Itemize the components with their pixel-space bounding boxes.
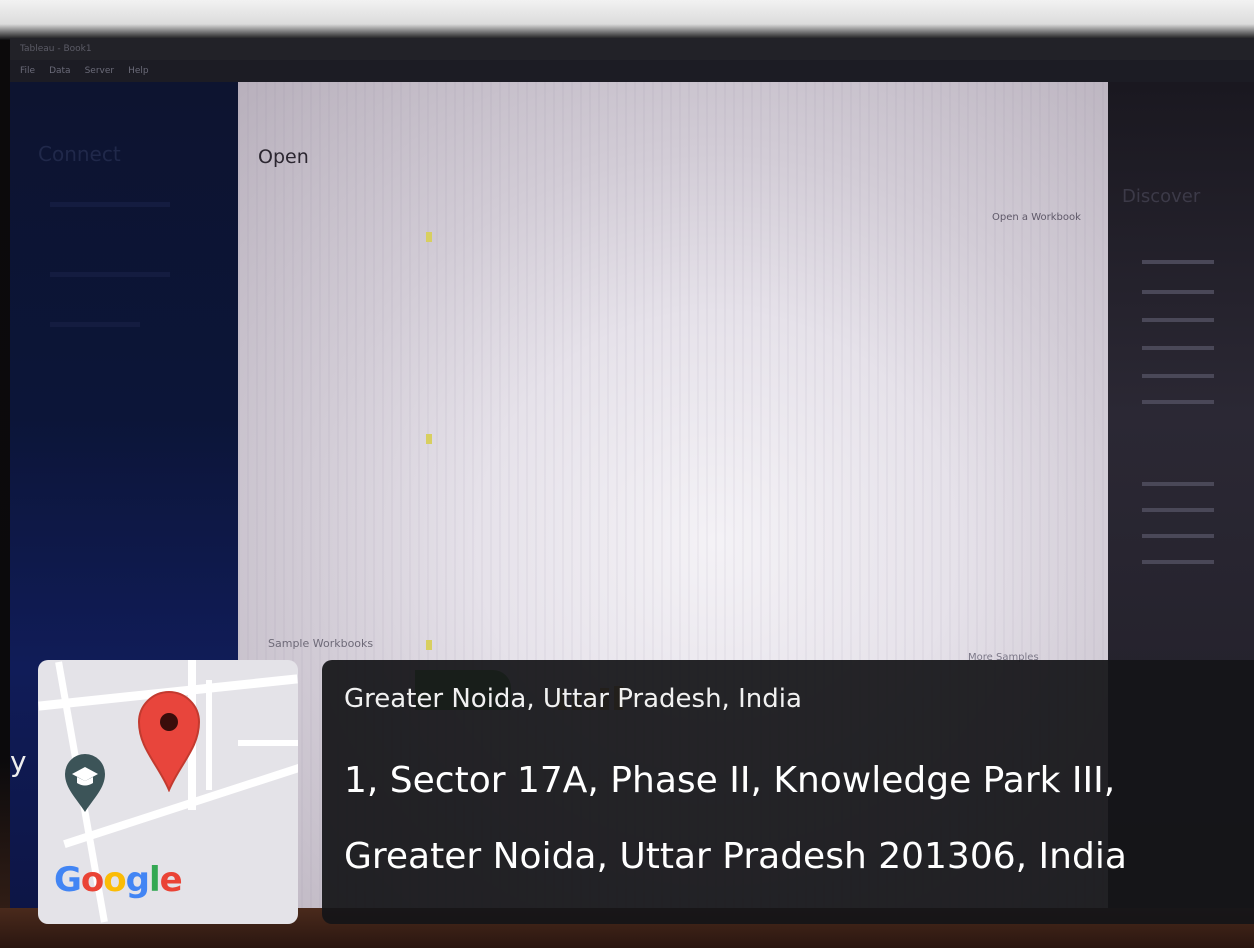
address-line-2: Greater Noida, Uttar Pradesh 201306, Ind… <box>344 836 1127 877</box>
address-line-1: 1, Sector 17A, Phase II, Knowledge Park … <box>344 760 1116 801</box>
app-menu-bar: File Data Server Help <box>10 60 1254 82</box>
graduation-cap-icon <box>65 754 105 812</box>
discover-link[interactable] <box>1142 290 1214 294</box>
location-map-thumbnail[interactable]: Google <box>38 660 298 924</box>
map-label-fragment: y <box>10 745 27 778</box>
connect-option[interactable] <box>50 322 140 327</box>
screen-artifact <box>426 640 432 650</box>
sample-workbooks-heading: Sample Workbooks <box>268 637 374 650</box>
google-logo-o2: o <box>103 860 126 900</box>
discover-link[interactable] <box>1142 346 1214 350</box>
map-road <box>206 680 212 790</box>
google-logo-e: e <box>159 860 183 900</box>
menu-item-file[interactable]: File <box>20 60 35 82</box>
google-logo: Google <box>54 860 183 900</box>
discover-title: Discover <box>1122 186 1201 207</box>
connect-title: Connect <box>38 142 121 166</box>
connect-option[interactable] <box>50 202 170 207</box>
discover-link[interactable] <box>1142 508 1214 512</box>
screen-artifact <box>426 232 432 242</box>
discover-link[interactable] <box>1142 482 1214 486</box>
app-title-bar: Tableau - Book1 <box>10 38 1254 60</box>
google-logo-g: G <box>54 860 82 900</box>
menu-item-server[interactable]: Server <box>85 60 115 82</box>
open-workbook-link[interactable]: Open a Workbook <box>992 212 1081 223</box>
monitor-bezel-top <box>0 0 1254 40</box>
open-heading: Open <box>258 146 309 168</box>
screen-artifact <box>426 434 432 444</box>
map-pin-icon <box>137 691 201 792</box>
google-logo-g2: g <box>125 860 150 900</box>
discover-link[interactable] <box>1142 374 1214 378</box>
discover-link[interactable] <box>1142 560 1214 564</box>
discover-link[interactable] <box>1142 534 1214 538</box>
menu-item-data[interactable]: Data <box>49 60 71 82</box>
google-logo-l: l <box>148 860 161 900</box>
connect-option[interactable] <box>50 272 170 277</box>
discover-link[interactable] <box>1142 318 1214 322</box>
discover-link[interactable] <box>1142 260 1214 264</box>
map-road <box>238 740 298 746</box>
location-short: Greater Noida, Uttar Pradesh, India <box>344 684 802 714</box>
google-logo-o1: o <box>80 860 104 900</box>
location-info-panel: Greater Noida, Uttar Pradesh, India 1, S… <box>322 660 1254 924</box>
discover-link[interactable] <box>1142 400 1214 404</box>
menu-item-help[interactable]: Help <box>128 60 149 82</box>
